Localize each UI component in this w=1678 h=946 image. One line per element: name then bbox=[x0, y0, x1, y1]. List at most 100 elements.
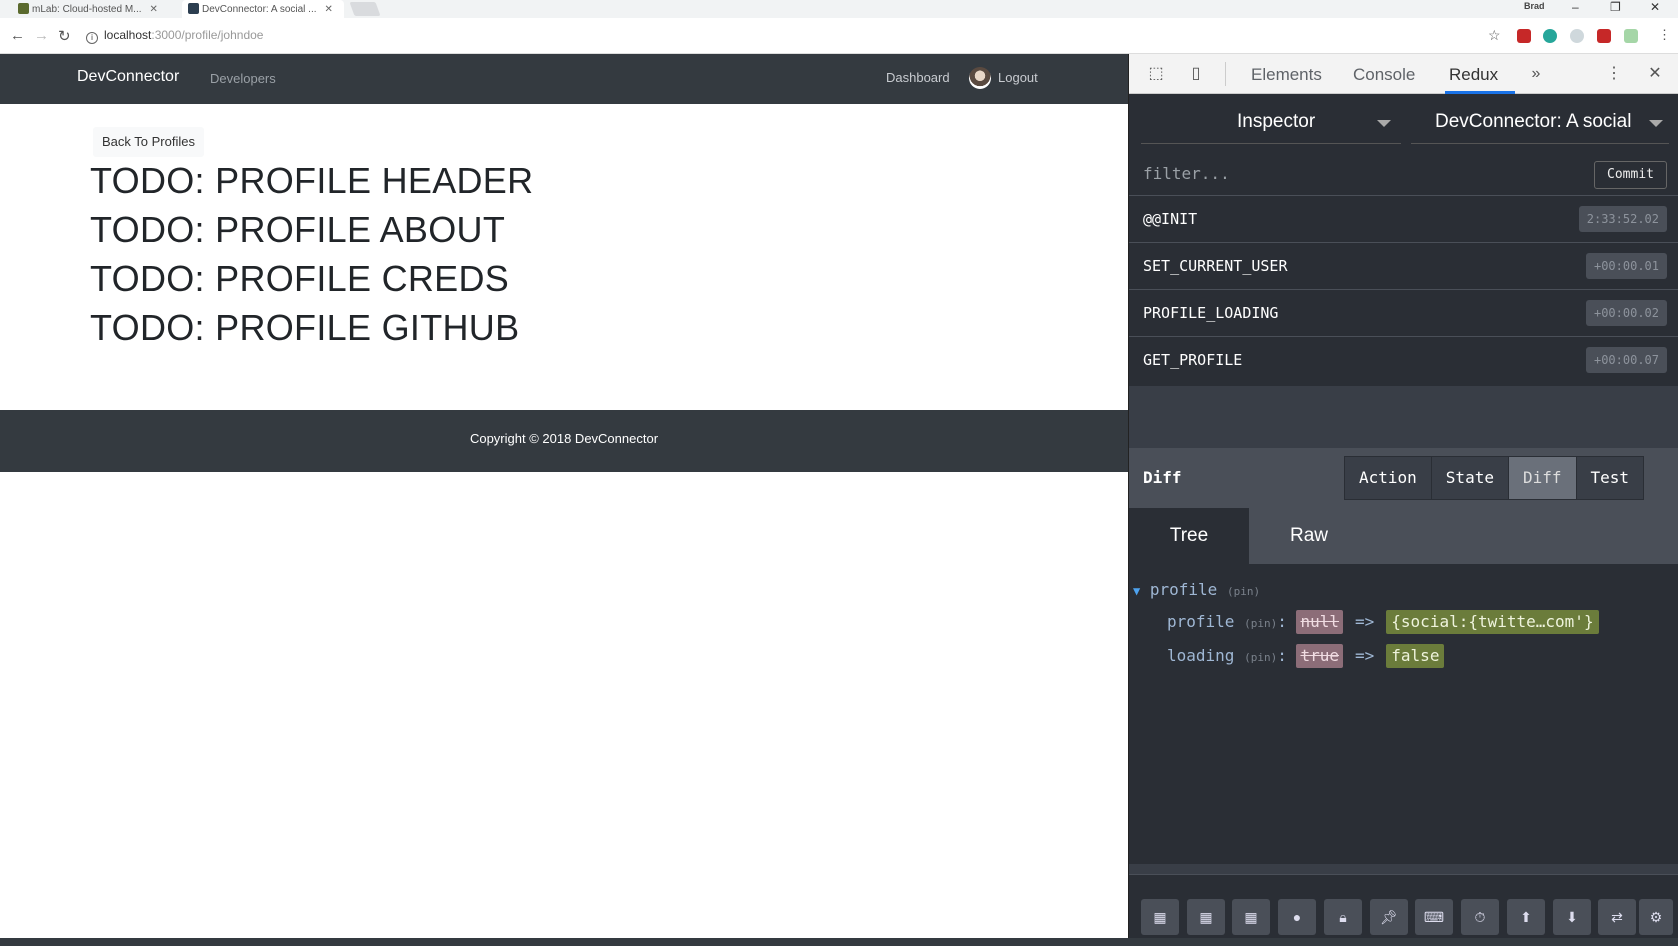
back-to-profiles-button[interactable]: Back To Profiles bbox=[93, 127, 204, 157]
monitor-select[interactable]: Inspector bbox=[1141, 100, 1401, 144]
browser-tabstrip: mLab: Cloud-hosted M... ✕ DevConnector: … bbox=[0, 0, 1678, 18]
pin-link[interactable]: (pin) bbox=[1244, 617, 1277, 630]
action-name: @@INIT bbox=[1143, 210, 1198, 228]
lock-icon[interactable]: 🔒︎ bbox=[1324, 899, 1362, 935]
close-tab-icon[interactable]: ✕ bbox=[150, 4, 158, 15]
todo-profile-creds: TODO: PROFILE CREDS bbox=[90, 258, 510, 299]
tab-test[interactable]: Test bbox=[1576, 457, 1644, 499]
url-field[interactable]: i localhost:3000/profile/johndoe bbox=[86, 28, 263, 44]
restore-icon[interactable]: ❐ bbox=[1610, 0, 1621, 16]
download-icon[interactable]: ⬇ bbox=[1553, 899, 1591, 935]
devtools-toolbar: ⬚ ▯ Elements Console Redux » ⋮ ✕ bbox=[1129, 54, 1678, 94]
profile-user-label[interactable]: Brad bbox=[1524, 1, 1545, 11]
diff-new-value: false bbox=[1386, 644, 1445, 668]
extension-icon[interactable] bbox=[1597, 29, 1611, 43]
url-path: :3000/profile/johndoe bbox=[151, 28, 264, 42]
action-list: @@INIT 2:33:52.02 SET_CURRENT_USER +00:0… bbox=[1129, 196, 1678, 386]
tree-row[interactable]: profile (pin): null => {social:{twitte…com… bbox=[1167, 608, 1678, 636]
expand-triangle-icon[interactable]: ▼ bbox=[1133, 584, 1140, 598]
record-icon[interactable]: ● bbox=[1278, 899, 1316, 935]
pin-icon[interactable]: 📌︎ bbox=[1370, 899, 1408, 935]
remote-icon[interactable]: ⇄ bbox=[1598, 899, 1636, 935]
todo-profile-about: TODO: PROFILE ABOUT bbox=[90, 209, 506, 250]
tab-console[interactable]: Console bbox=[1353, 65, 1415, 85]
filter-input[interactable]: filter... bbox=[1143, 164, 1230, 183]
tab-title: DevConnector: A social ... bbox=[202, 3, 317, 15]
action-item[interactable]: SET_CURRENT_USER +00:00.01 bbox=[1129, 243, 1678, 290]
action-item[interactable]: PROFILE_LOADING +00:00.02 bbox=[1129, 290, 1678, 337]
filter-row: filter... Commit bbox=[1129, 152, 1678, 196]
taskbar-strip bbox=[0, 938, 1678, 946]
mlab-favicon-icon bbox=[18, 3, 29, 14]
inspect-element-icon[interactable]: ⬚ bbox=[1145, 63, 1167, 85]
more-tabs-icon[interactable]: » bbox=[1525, 63, 1547, 85]
tree-row[interactable]: loading (pin): true => false bbox=[1167, 642, 1678, 670]
pin-link[interactable]: (pin) bbox=[1227, 585, 1260, 598]
close-window-icon[interactable]: ✕ bbox=[1650, 0, 1660, 16]
toolbar-divider bbox=[1225, 62, 1226, 86]
tab-elements[interactable]: Elements bbox=[1251, 65, 1322, 85]
tree-root[interactable]: ▼ profile (pin) bbox=[1133, 576, 1678, 604]
browser-tab-devconnector[interactable]: DevConnector: A social ... ✕ bbox=[182, 0, 344, 18]
monitor-bar: Diff Action State Diff Test bbox=[1129, 448, 1678, 508]
keyboard-icon[interactable]: ⌨ bbox=[1415, 899, 1453, 935]
close-devtools-icon[interactable]: ✕ bbox=[1644, 63, 1666, 85]
layout-icon[interactable]: ▦ bbox=[1232, 899, 1270, 935]
brand-link[interactable]: DevConnector bbox=[77, 68, 179, 86]
tree-key: loading bbox=[1167, 646, 1235, 665]
extension-icon[interactable] bbox=[1624, 29, 1638, 43]
extension-icon[interactable] bbox=[1543, 29, 1557, 43]
devtools-panel: ⬚ ▯ Elements Console Redux » ⋮ ✕ Inspect… bbox=[1128, 54, 1678, 946]
diff-new-value: {social:{twitte…com'} bbox=[1386, 610, 1599, 634]
devtools-menu-icon[interactable]: ⋮ bbox=[1603, 63, 1625, 85]
action-time: +00:00.02 bbox=[1585, 300, 1667, 326]
reload-icon[interactable]: ↻ bbox=[58, 27, 71, 45]
tab-redux[interactable]: Redux bbox=[1449, 65, 1498, 85]
action-item[interactable]: @@INIT 2:33:52.02 bbox=[1129, 196, 1678, 243]
forward-icon[interactable]: → bbox=[34, 27, 49, 44]
info-icon[interactable]: i bbox=[86, 32, 98, 44]
tab-raw[interactable]: Raw bbox=[1249, 508, 1369, 564]
action-time: 2:33:52.02 bbox=[1578, 206, 1667, 232]
bookmark-star-icon[interactable]: ☆ bbox=[1488, 27, 1501, 44]
navbar: DevConnector Developers Dashboard Logout bbox=[0, 54, 1128, 104]
back-icon[interactable]: ← bbox=[10, 27, 25, 44]
layout-icon[interactable]: ▦ bbox=[1187, 899, 1225, 935]
pin-link[interactable]: (pin) bbox=[1244, 651, 1277, 664]
layout-icon[interactable]: ▦ bbox=[1141, 899, 1179, 935]
upload-icon[interactable]: ⬆ bbox=[1507, 899, 1545, 935]
timer-icon[interactable]: ⏱ bbox=[1461, 899, 1499, 935]
minimize-icon[interactable]: – bbox=[1572, 0, 1579, 16]
address-bar-row: ← → ↻ i localhost:3000/profile/johndoe ☆ … bbox=[0, 18, 1678, 54]
action-time: +00:00.07 bbox=[1585, 347, 1667, 373]
close-tab-icon[interactable]: ✕ bbox=[325, 4, 333, 15]
device-toolbar-icon[interactable]: ▯ bbox=[1185, 63, 1207, 85]
action-name: SET_CURRENT_USER bbox=[1143, 257, 1288, 275]
tab-action[interactable]: Action bbox=[1345, 457, 1432, 499]
extension-icon[interactable] bbox=[1570, 29, 1584, 43]
action-time: +00:00.01 bbox=[1585, 253, 1667, 279]
instance-select[interactable]: DevConnector: A social bbox=[1411, 100, 1669, 144]
tab-state[interactable]: State bbox=[1431, 457, 1509, 499]
commit-button[interactable]: Commit bbox=[1594, 161, 1667, 189]
browser-menu-icon[interactable]: ⋮ bbox=[1658, 27, 1671, 43]
tab-diff[interactable]: Diff bbox=[1508, 457, 1577, 499]
url-host: localhost bbox=[104, 28, 152, 42]
browser-tab-mlab[interactable]: mLab: Cloud-hosted M... ✕ bbox=[12, 0, 174, 18]
developers-link[interactable]: Developers bbox=[210, 71, 276, 86]
chevron-down-icon bbox=[1377, 120, 1391, 127]
tree-key: profile bbox=[1167, 612, 1235, 631]
logout-link[interactable]: Logout bbox=[998, 70, 1038, 85]
todo-profile-github: TODO: PROFILE GITHUB bbox=[90, 307, 520, 348]
tab-title: mLab: Cloud-hosted M... bbox=[32, 3, 142, 15]
action-name: GET_PROFILE bbox=[1143, 351, 1243, 369]
dashboard-link[interactable]: Dashboard bbox=[886, 70, 950, 85]
new-tab-button[interactable] bbox=[349, 2, 381, 16]
extension-icon[interactable] bbox=[1517, 29, 1531, 43]
avatar bbox=[969, 67, 991, 89]
diff-tree: ▼ profile (pin) profile (pin): null => {so… bbox=[1129, 564, 1678, 864]
settings-icon[interactable]: ⚙ bbox=[1639, 899, 1673, 935]
tree-key: profile bbox=[1149, 580, 1218, 599]
tab-tree[interactable]: Tree bbox=[1129, 508, 1249, 564]
action-item[interactable]: GET_PROFILE +00:00.07 bbox=[1129, 337, 1678, 384]
